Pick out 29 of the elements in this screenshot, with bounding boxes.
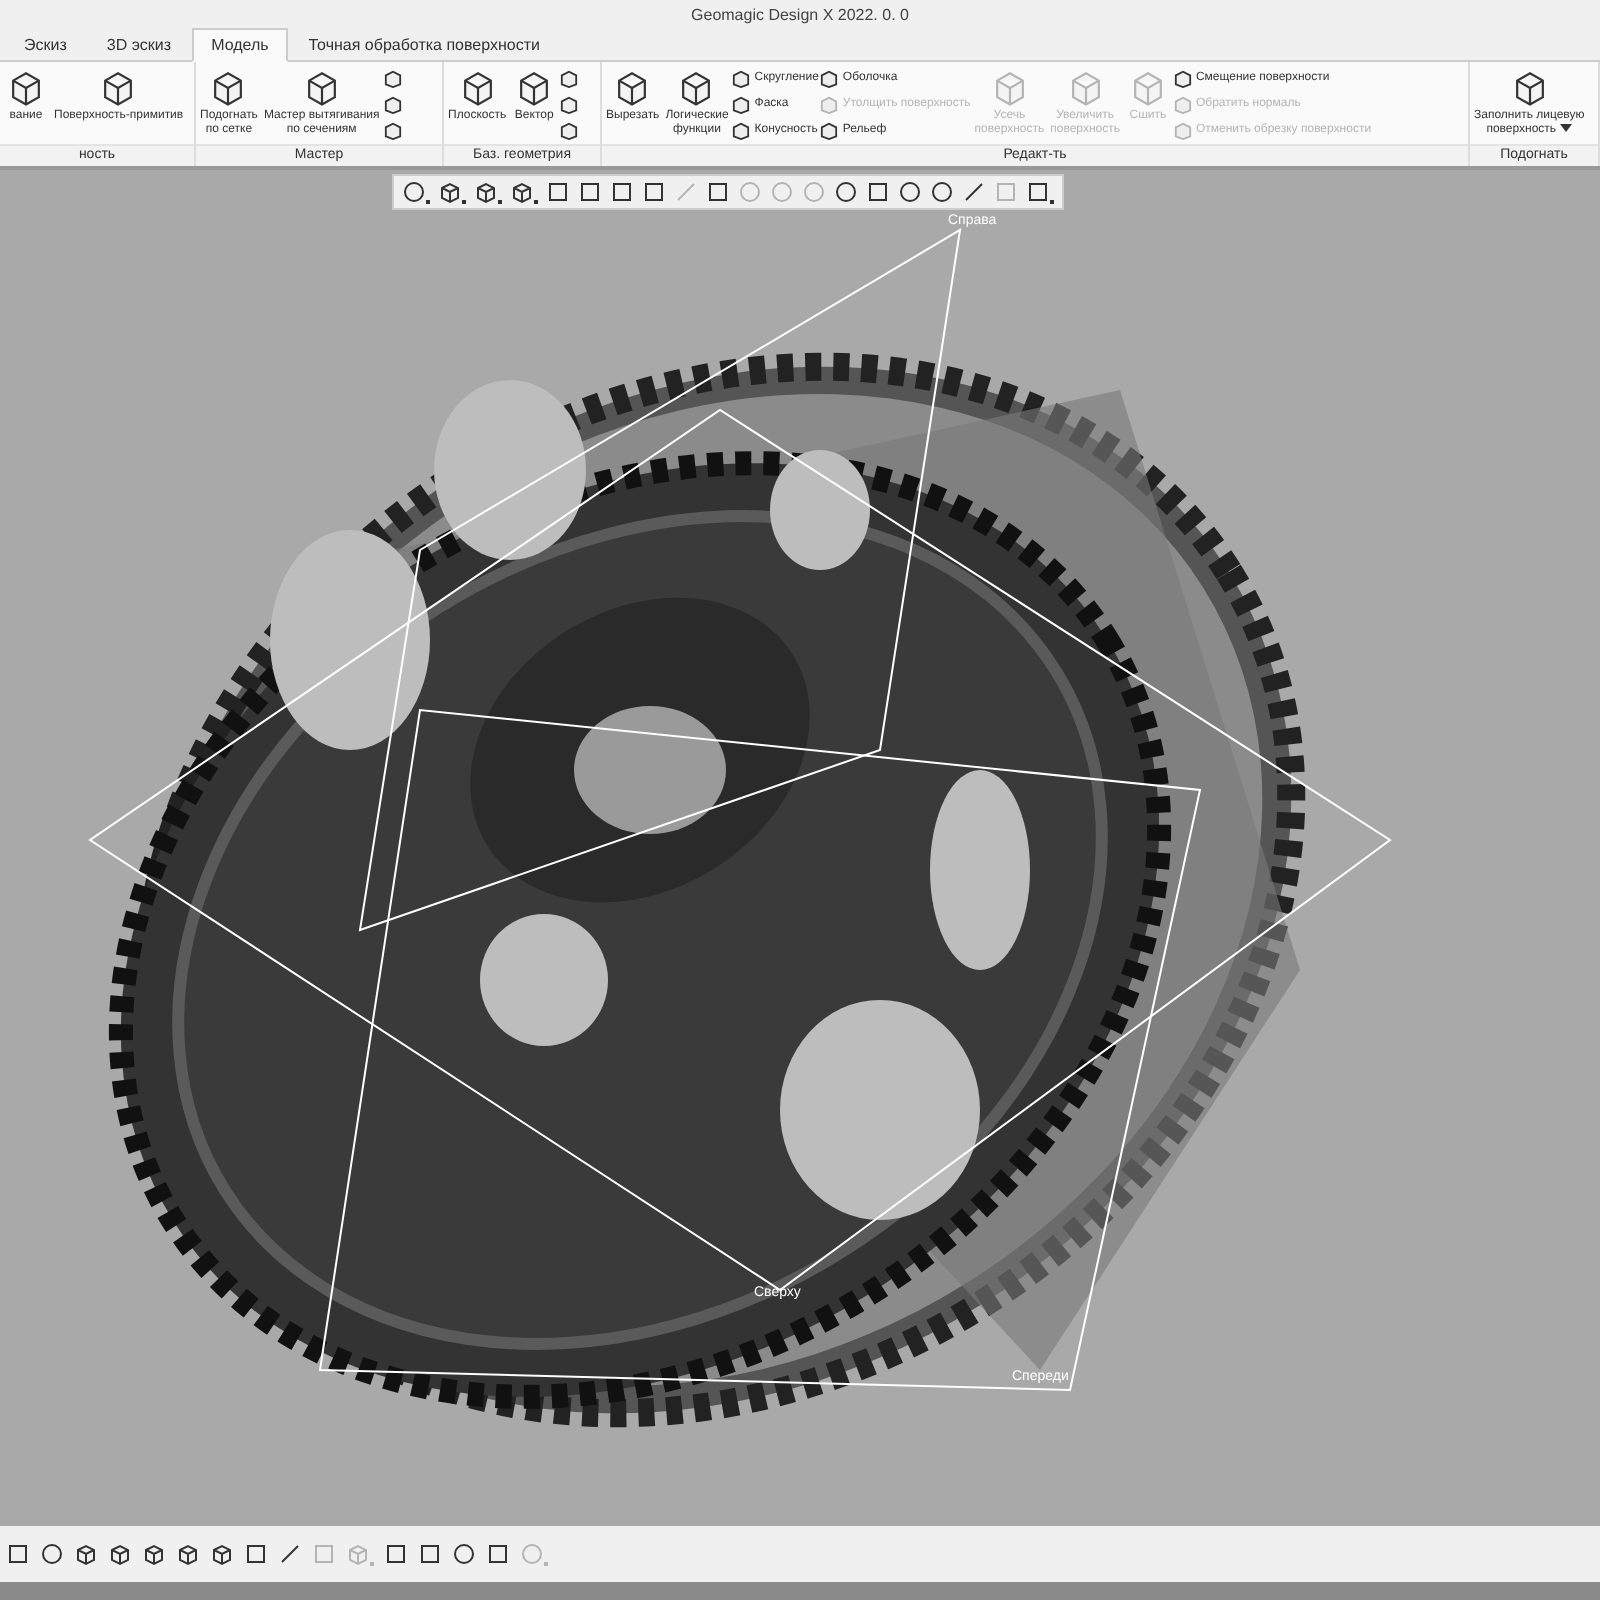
- square-icon[interactable]: [242, 1540, 270, 1568]
- ribbon-small-button[interactable]: [383, 92, 402, 116]
- square-icon[interactable]: [382, 1540, 410, 1568]
- ribbon-small-button[interactable]: [383, 66, 402, 90]
- line-icon[interactable]: [276, 1540, 304, 1568]
- square-icon[interactable]: [544, 178, 572, 206]
- square-icon[interactable]: [864, 178, 892, 206]
- window-title: Geomagic Design X 2022. 0. 0: [691, 5, 909, 23]
- square-icon[interactable]: [416, 1540, 444, 1568]
- square-icon[interactable]: [484, 1540, 512, 1568]
- ribbon-tab[interactable]: Точная обработка поверхности: [288, 28, 560, 60]
- line-icon[interactable]: [960, 178, 988, 206]
- ribbon-tab[interactable]: 3D эскиз: [86, 28, 192, 60]
- ribbon-tab[interactable]: Эскиз: [4, 28, 87, 60]
- circle-icon[interactable]: [450, 1540, 478, 1568]
- square-icon[interactable]: [4, 1540, 32, 1568]
- circle-icon[interactable]: [38, 1540, 66, 1568]
- circle-icon[interactable]: [896, 178, 924, 206]
- ribbon-small-button[interactable]: [383, 118, 402, 142]
- square-icon[interactable]: [608, 178, 636, 206]
- square-icon[interactable]: [640, 178, 668, 206]
- circle-icon[interactable]: [832, 178, 860, 206]
- ribbon-small-button[interactable]: [560, 66, 579, 90]
- ribbon-small-button[interactable]: [560, 118, 579, 142]
- circle-icon[interactable]: [928, 178, 956, 206]
- ribbon-small-button[interactable]: [560, 92, 579, 116]
- ribbon-tab[interactable]: Модель: [191, 28, 289, 62]
- square-icon[interactable]: [704, 178, 732, 206]
- square-icon[interactable]: [576, 178, 604, 206]
